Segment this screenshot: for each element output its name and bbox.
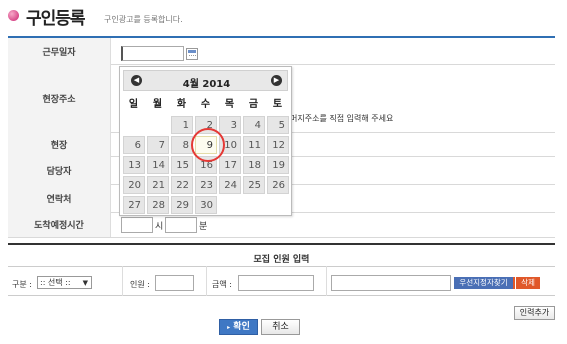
calendar-day[interactable]: 14: [147, 156, 169, 174]
calendar-day[interactable]: 28: [147, 196, 169, 214]
add-manpower-button[interactable]: 인력추가: [514, 306, 555, 320]
calendar-day[interactable]: 7: [147, 136, 169, 154]
category-select[interactable]: :: 선택 :: ▼: [37, 276, 92, 289]
calendar-icon[interactable]: [186, 48, 198, 60]
calendar-day[interactable]: 21: [147, 176, 169, 194]
calendar-day[interactable]: 5: [267, 116, 289, 134]
calendar-day[interactable]: 29: [171, 196, 193, 214]
selection-highlight-circle: [191, 128, 225, 162]
headcount-input[interactable]: [155, 275, 194, 291]
calendar-day[interactable]: 17: [219, 156, 241, 174]
button-separator: [513, 277, 515, 289]
assignee-input[interactable]: [331, 275, 451, 291]
arrival-minute-input[interactable]: [165, 217, 197, 233]
weekday-label: 일: [128, 99, 139, 110]
recruit-section-title: 모집 인원 입력: [253, 255, 310, 265]
calendar-day[interactable]: 26: [267, 176, 289, 194]
next-month-icon[interactable]: ▶: [271, 75, 282, 86]
address-hint: 머지주소를 직접 입력해 주세요: [290, 114, 394, 123]
headcount-label: 인원 :: [130, 280, 150, 289]
calendar-day[interactable]: 1: [171, 116, 193, 134]
calendar-day[interactable]: 8: [171, 136, 193, 154]
arrival-time-label: 도착예정시간: [8, 212, 111, 237]
amount-input[interactable]: [238, 275, 314, 291]
weekday-label: 토: [272, 99, 283, 110]
calendar-day[interactable]: 13: [123, 156, 145, 174]
calendar-day[interactable]: 6: [123, 136, 145, 154]
column-divider: [206, 266, 207, 296]
work-date-input[interactable]: [121, 46, 184, 61]
site-address-label: 현장주소: [8, 64, 111, 132]
confirm-label: 확인: [233, 322, 250, 332]
calendar-day[interactable]: 11: [243, 136, 265, 154]
weekday-label: 목: [224, 99, 235, 110]
calendar-day[interactable]: 18: [243, 156, 265, 174]
category-label: 구분 :: [12, 280, 32, 289]
page-title: 구인등록: [26, 9, 86, 29]
title-bullet-icon: [8, 10, 19, 21]
find-assignee-button[interactable]: 우선지정자찾기: [454, 277, 513, 289]
calendar-day[interactable]: 15: [171, 156, 193, 174]
weekday-label: 수: [200, 99, 211, 110]
calendar-day[interactable]: 23: [195, 176, 217, 194]
minute-unit: 분: [199, 222, 208, 232]
calendar-day[interactable]: 24: [219, 176, 241, 194]
calendar-day[interactable]: 12: [267, 136, 289, 154]
column-divider: [326, 266, 327, 296]
amount-label: 금액 :: [212, 280, 232, 289]
contact-label: 연락처: [8, 184, 111, 212]
site-label: 현장: [8, 132, 111, 156]
datepicker-title: 4월 2014: [182, 79, 231, 90]
work-date-label: 근무일자: [8, 38, 111, 64]
manager-label: 담당자: [8, 156, 111, 184]
chevron-down-icon: ▼: [82, 279, 88, 287]
weekday-label: 월: [152, 99, 163, 110]
calendar-day[interactable]: 4: [243, 116, 265, 134]
category-select-value: :: 선택 ::: [40, 278, 71, 287]
hour-unit: 시: [155, 222, 164, 232]
weekday-label: 화: [176, 99, 187, 110]
calendar-day[interactable]: 27: [123, 196, 145, 214]
section-divider: [8, 243, 555, 245]
calendar-day[interactable]: 22: [171, 176, 193, 194]
confirm-button[interactable]: ▸ 확인: [219, 319, 258, 335]
calendar-day[interactable]: 19: [267, 156, 289, 174]
calendar-day[interactable]: 20: [123, 176, 145, 194]
calendar-day[interactable]: 30: [195, 196, 217, 214]
weekday-label: 금: [248, 99, 259, 110]
page-subtitle: 구인광고를 등록합니다.: [104, 15, 183, 24]
datepicker-header: ◀ 4월 2014 ▶: [123, 70, 288, 91]
arrow-icon: ▸: [227, 324, 231, 331]
calendar-day[interactable]: 25: [243, 176, 265, 194]
delete-button[interactable]: 삭제: [516, 277, 540, 289]
column-divider: [122, 266, 123, 296]
calendar-day[interactable]: 3: [219, 116, 241, 134]
arrival-hour-input[interactable]: [121, 217, 153, 233]
cancel-button[interactable]: 취소: [261, 319, 300, 335]
